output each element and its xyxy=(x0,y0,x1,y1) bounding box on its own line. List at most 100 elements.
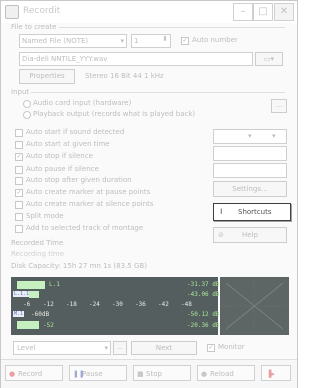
scale-tick: -48 xyxy=(181,301,192,308)
window-title: Recordit xyxy=(23,6,61,16)
input-hardware-label: Audio card input (hardware) xyxy=(33,99,132,107)
split-mode-checkbox[interactable] xyxy=(15,213,23,221)
silence-level-field[interactable] xyxy=(213,146,287,161)
duration-field[interactable] xyxy=(213,163,287,178)
input-more-button[interactable]: ... xyxy=(271,99,287,113)
input-playback-radio[interactable] xyxy=(23,111,31,119)
file-path-input[interactable]: Dia-dell NNTILE_YYY.wav xyxy=(19,52,253,66)
spin-icon: ⬍ xyxy=(162,35,168,43)
marker-pause-checkbox[interactable]: ✓ xyxy=(15,189,23,197)
auto-pause-silence-label: Auto pause if silence xyxy=(26,165,99,173)
input-heading: Input xyxy=(11,88,30,96)
stop-label: Stop xyxy=(146,370,162,378)
minimize-button[interactable]: – xyxy=(233,3,253,21)
title-bar: Recordit – □ ✕ xyxy=(1,1,297,23)
level-select-label: Level xyxy=(17,344,36,352)
scale-tick: -18 xyxy=(66,301,77,308)
recorder-window: Recordit – □ ✕ File to create Named File… xyxy=(0,0,298,388)
auto-stop-duration-checkbox[interactable] xyxy=(15,177,23,185)
scale-tick: -42 xyxy=(158,301,169,308)
add-montage-checkbox[interactable] xyxy=(15,225,23,233)
input-playback-label: Playback output (records what is played … xyxy=(33,110,196,118)
level-select[interactable]: Level ▾ xyxy=(13,341,111,355)
chevron-down-icon: ▾ xyxy=(272,132,276,140)
name-mode-value: Named File (NOTE) xyxy=(22,37,89,45)
record-button[interactable]: ● Record xyxy=(5,365,63,381)
auto-number-checkbox[interactable]: ✓ xyxy=(181,37,189,45)
format-text: Stereo 16 Bit 44 1 kHz xyxy=(85,72,164,80)
record-label: Record xyxy=(18,370,43,378)
meter-row3-right: -50.12 dB xyxy=(187,311,220,318)
mouse-icon: ⏽ xyxy=(218,207,225,216)
auto-start-sound-checkbox[interactable] xyxy=(15,129,23,137)
transport-bar: ● Record ❚❚ Pause ■ Stop ● Reload ▐▸ xyxy=(1,359,297,388)
meter-row4-right: -20.36 dB xyxy=(187,322,220,329)
meter-row2-tag: L.1.1 xyxy=(13,291,31,297)
next-button[interactable]: Next xyxy=(131,341,197,355)
stop-button[interactable]: ■ Stop xyxy=(133,365,191,381)
recorded-time-value: Recording time xyxy=(11,250,65,258)
meter-row4-left: -52 xyxy=(43,322,54,329)
add-montage-label: Add to selected track of montage xyxy=(26,224,144,232)
number-value: 1 xyxy=(134,37,139,45)
meter-row3-left: -60dB xyxy=(31,311,50,318)
name-mode-select[interactable]: Named File (NOTE) ▾ xyxy=(19,34,127,48)
marker-silence-label: Auto create marker at silence points xyxy=(26,200,154,208)
level-bar-right xyxy=(29,291,39,298)
settings-button[interactable]: Settings... xyxy=(213,181,287,197)
input-hardware-radio[interactable] xyxy=(23,100,31,108)
help-label: Help xyxy=(242,231,258,239)
auto-start-time-label: Auto start at given time xyxy=(26,140,110,148)
help-icon: ⊘ xyxy=(218,231,224,239)
stop-icon: ■ xyxy=(137,370,144,378)
monitor-checkbox[interactable]: ✓ xyxy=(207,344,215,352)
reload-button[interactable]: ● Reload xyxy=(197,365,255,381)
help-button[interactable]: ⊘ Help xyxy=(213,227,287,243)
meter-row2-right: -43.06 dB xyxy=(187,291,220,298)
section-divider xyxy=(31,92,285,93)
scale-tick: -12 xyxy=(43,301,54,308)
file-path-value: Dia-dell NNTILE_YYY.wav xyxy=(22,55,108,63)
chevron-down-icon: ▾ xyxy=(248,132,252,140)
marker-silence-checkbox[interactable] xyxy=(15,201,23,209)
level-bar-left xyxy=(17,281,45,289)
scale-tick: -6 xyxy=(23,301,31,308)
auto-stop-silence-label: Auto stop if silence xyxy=(26,152,93,160)
close-button[interactable]: ✕ xyxy=(274,3,294,21)
meter-row1-right: -31.37 dB xyxy=(187,281,220,288)
record-icon: ● xyxy=(9,370,16,378)
folder-icon: ▭▾ xyxy=(263,55,275,63)
auto-stop-silence-checkbox[interactable]: ✓ xyxy=(15,153,23,161)
browse-folder-button[interactable]: ▭▾ xyxy=(255,52,283,66)
file-to-create-heading: File to create xyxy=(11,23,57,31)
phase-scope-graphic xyxy=(222,281,287,331)
split-mode-label: Split mode xyxy=(26,212,64,220)
auto-number-label: Auto number xyxy=(192,36,238,44)
marker-pause-label: Auto create marker at pause points xyxy=(26,188,151,196)
chevron-down-icon: ▾ xyxy=(104,344,108,352)
section-divider xyxy=(59,27,285,28)
start-time-field[interactable]: ▾ ▾ xyxy=(213,129,287,144)
pause-button[interactable]: ❚❚ Pause xyxy=(69,365,127,381)
scale-tick: -36 xyxy=(135,301,146,308)
auto-pause-silence-checkbox[interactable] xyxy=(15,166,23,174)
scale-tick: -30 xyxy=(112,301,123,308)
pause-icon: ❚❚ xyxy=(73,370,85,378)
monitor-label: Monitor xyxy=(218,343,245,351)
auto-stop-duration-label: Auto stop after given duration xyxy=(26,176,132,184)
pause-label: Pause xyxy=(82,370,103,378)
maximize-button[interactable]: □ xyxy=(253,3,273,21)
auto-start-time-checkbox[interactable] xyxy=(15,141,23,149)
menu-button[interactable]: ▐▸ xyxy=(261,365,291,381)
level-minus-button[interactable]: – xyxy=(113,341,127,355)
number-stepper[interactable]: 1 ⬍ xyxy=(131,34,171,48)
shortcuts-button[interactable]: ⏽ Shortcuts xyxy=(213,203,291,221)
scale-tick: -24 xyxy=(89,301,100,308)
meter-row3-tag: M.1 xyxy=(13,311,25,317)
menu-icon: ▐▸ xyxy=(266,370,275,378)
chevron-down-icon: ▾ xyxy=(120,37,124,45)
auto-start-sound-label: Auto start if sound detected xyxy=(26,128,125,136)
properties-button[interactable]: Properties xyxy=(19,69,75,84)
level-meter: L.1 -31.37 dB L.1.1 -43.06 dB -6 -12 -18… xyxy=(11,277,220,335)
reload-icon: ● xyxy=(201,370,208,378)
